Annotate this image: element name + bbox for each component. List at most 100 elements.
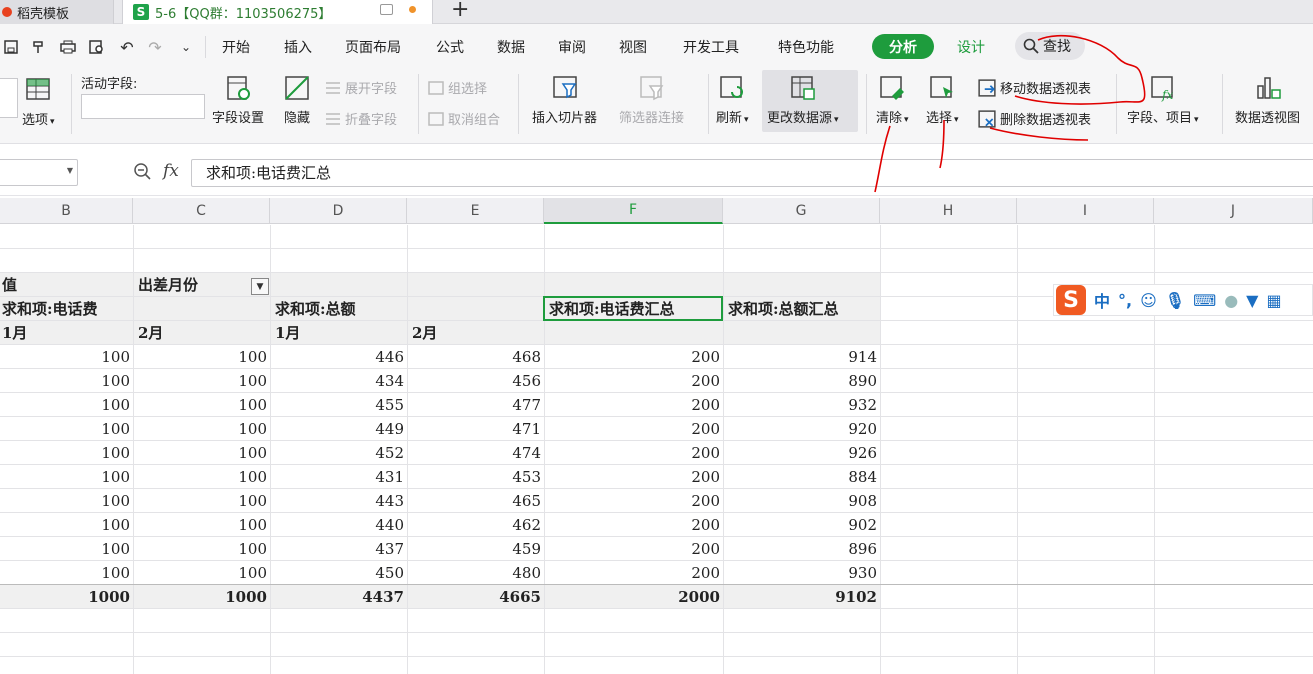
pivot-value-cell[interactable]: 100 — [0, 345, 133, 369]
save-icon[interactable] — [0, 37, 22, 57]
pivot-value-cell[interactable]: 902 — [723, 513, 880, 537]
keyboard-icon[interactable]: ⌨ — [1193, 291, 1216, 310]
menu-special-features[interactable]: 特色功能 — [778, 37, 834, 57]
filter-connection-button[interactable]: 筛选器连接 — [619, 74, 684, 126]
column-header-b[interactable]: B — [0, 198, 133, 224]
pivot-value-cell[interactable]: 459 — [407, 537, 544, 561]
pivot-value-cell[interactable]: 200 — [544, 441, 723, 465]
selected-cell[interactable] — [543, 296, 723, 321]
pivot-value-cell[interactable]: 100 — [0, 561, 133, 585]
pivot-total-cell[interactable]: 1000 — [133, 585, 270, 609]
insert-function-icon[interactable]: fx — [163, 161, 179, 181]
emoji-icon[interactable]: ☺ — [1140, 291, 1157, 310]
format-painter-icon[interactable] — [28, 37, 50, 57]
pivot-value-cell[interactable]: 100 — [133, 513, 270, 537]
pivot-total-cell[interactable]: 4437 — [270, 585, 407, 609]
pivot-value-cell[interactable]: 100 — [0, 537, 133, 561]
options-button[interactable]: 选项 — [22, 76, 55, 128]
menu-analyze[interactable]: 分析 — [872, 34, 934, 59]
insert-slicer-button[interactable]: 插入切片器 — [532, 74, 597, 126]
pivot-total-cell[interactable]: 4665 — [407, 585, 544, 609]
pivot-value-cell[interactable]: 884 — [723, 465, 880, 489]
pivot-value-cell[interactable]: 896 — [723, 537, 880, 561]
select-button[interactable]: 选择 — [926, 74, 959, 126]
menu-review[interactable]: 审阅 — [558, 37, 586, 57]
user-icon[interactable]: ● — [1224, 291, 1238, 310]
ungroup-button[interactable]: 取消组合 — [428, 109, 500, 128]
change-data-source-button[interactable]: 更改数据源 — [767, 74, 839, 126]
pivot-value-cell[interactable]: 200 — [544, 465, 723, 489]
pivot-name-field[interactable] — [0, 78, 18, 118]
pivot-value-cell[interactable]: 100 — [133, 441, 270, 465]
column-header-c[interactable]: C — [133, 198, 270, 224]
pivot-value-cell[interactable]: 440 — [270, 513, 407, 537]
pivot-chart-button[interactable]: 数据透视图 — [1235, 74, 1300, 126]
menu-view[interactable]: 视图 — [619, 37, 647, 57]
pivot-value-cell[interactable]: 932 — [723, 393, 880, 417]
pivot-total-cell[interactable]: 9102 — [723, 585, 880, 609]
redo-icon[interactable]: ↷ — [144, 37, 166, 57]
undo-icon[interactable]: ↶ — [116, 37, 138, 57]
menu-developer[interactable]: 开发工具 — [683, 37, 739, 57]
pivot-value-cell[interactable]: 471 — [407, 417, 544, 441]
pivot-value-cell[interactable]: 100 — [133, 369, 270, 393]
pivot-value-cell[interactable]: 100 — [0, 393, 133, 417]
pivot-value-cell[interactable]: 200 — [544, 561, 723, 585]
menu-page-layout[interactable]: 页面布局 — [345, 37, 401, 57]
menu-design[interactable]: 设计 — [957, 37, 985, 57]
column-header-g[interactable]: G — [723, 198, 880, 224]
pivot-value-cell[interactable]: 465 — [407, 489, 544, 513]
pivot-value-cell[interactable]: 200 — [544, 513, 723, 537]
pivot-value-cell[interactable]: 200 — [544, 417, 723, 441]
column-header-f[interactable]: F — [544, 198, 723, 224]
menu-data[interactable]: 数据 — [497, 37, 525, 57]
skin-shirt-icon[interactable]: ▼ — [1246, 291, 1258, 310]
month-filter-dropdown[interactable]: ▼ — [251, 278, 269, 295]
zoom-formula-icon[interactable] — [133, 162, 151, 184]
monitor-icon[interactable] — [380, 4, 393, 15]
group-select-button[interactable]: 组选择 — [428, 78, 487, 97]
collapse-field-button[interactable]: 折叠字段 — [325, 109, 397, 128]
pivot-value-cell[interactable]: 453 — [407, 465, 544, 489]
field-settings-button[interactable]: 字段设置 — [212, 74, 264, 126]
ime-language[interactable]: 中 — [1094, 288, 1110, 312]
pivot-value-cell[interactable]: 434 — [270, 369, 407, 393]
new-tab-button[interactable]: + — [451, 0, 469, 22]
name-box[interactable]: ▼ — [0, 159, 78, 186]
pivot-value-cell[interactable]: 100 — [133, 561, 270, 585]
pivot-value-cell[interactable]: 437 — [270, 537, 407, 561]
expand-field-button[interactable]: 展开字段 — [325, 78, 397, 97]
pivot-value-cell[interactable]: 455 — [270, 393, 407, 417]
pivot-value-cell[interactable]: 100 — [0, 513, 133, 537]
menu-home[interactable]: 开始 — [222, 37, 250, 57]
ime-toolbar[interactable]: S 中 °, ☺ 🎙 ⌨ ● ▼ ▦ — [1053, 284, 1313, 316]
print-preview-icon[interactable] — [86, 37, 108, 57]
move-pivot-button[interactable]: 移动数据透视表 — [978, 78, 1091, 97]
print-icon[interactable] — [57, 37, 79, 57]
pivot-value-cell[interactable]: 100 — [0, 489, 133, 513]
pivot-value-cell[interactable]: 468 — [407, 345, 544, 369]
pivot-value-cell[interactable]: 100 — [133, 489, 270, 513]
column-header-d[interactable]: D — [270, 198, 407, 224]
pivot-value-cell[interactable]: 930 — [723, 561, 880, 585]
menu-insert[interactable]: 插入 — [284, 37, 312, 57]
formula-input[interactable]: 求和项:电话费汇总 — [191, 159, 1313, 187]
pivot-value-cell[interactable]: 456 — [407, 369, 544, 393]
column-header-h[interactable]: H — [880, 198, 1017, 224]
pivot-value-cell[interactable]: 890 — [723, 369, 880, 393]
pivot-value-cell[interactable]: 100 — [0, 369, 133, 393]
clear-button[interactable]: 清除 — [876, 74, 909, 126]
column-header-e[interactable]: E — [407, 198, 544, 224]
chevron-down-icon[interactable]: ⌄ — [175, 37, 197, 57]
pivot-value-cell[interactable]: 100 — [133, 465, 270, 489]
pivot-value-cell[interactable]: 100 — [0, 465, 133, 489]
pivot-value-cell[interactable]: 200 — [544, 393, 723, 417]
pivot-total-cell[interactable]: 1000 — [0, 585, 133, 609]
menu-formulas[interactable]: 公式 — [436, 37, 464, 57]
pivot-value-cell[interactable]: 920 — [723, 417, 880, 441]
pivot-value-cell[interactable]: 100 — [0, 417, 133, 441]
pivot-value-cell[interactable]: 914 — [723, 345, 880, 369]
column-header-i[interactable]: I — [1017, 198, 1154, 224]
pivot-value-cell[interactable]: 452 — [270, 441, 407, 465]
pivot-value-cell[interactable]: 100 — [133, 537, 270, 561]
